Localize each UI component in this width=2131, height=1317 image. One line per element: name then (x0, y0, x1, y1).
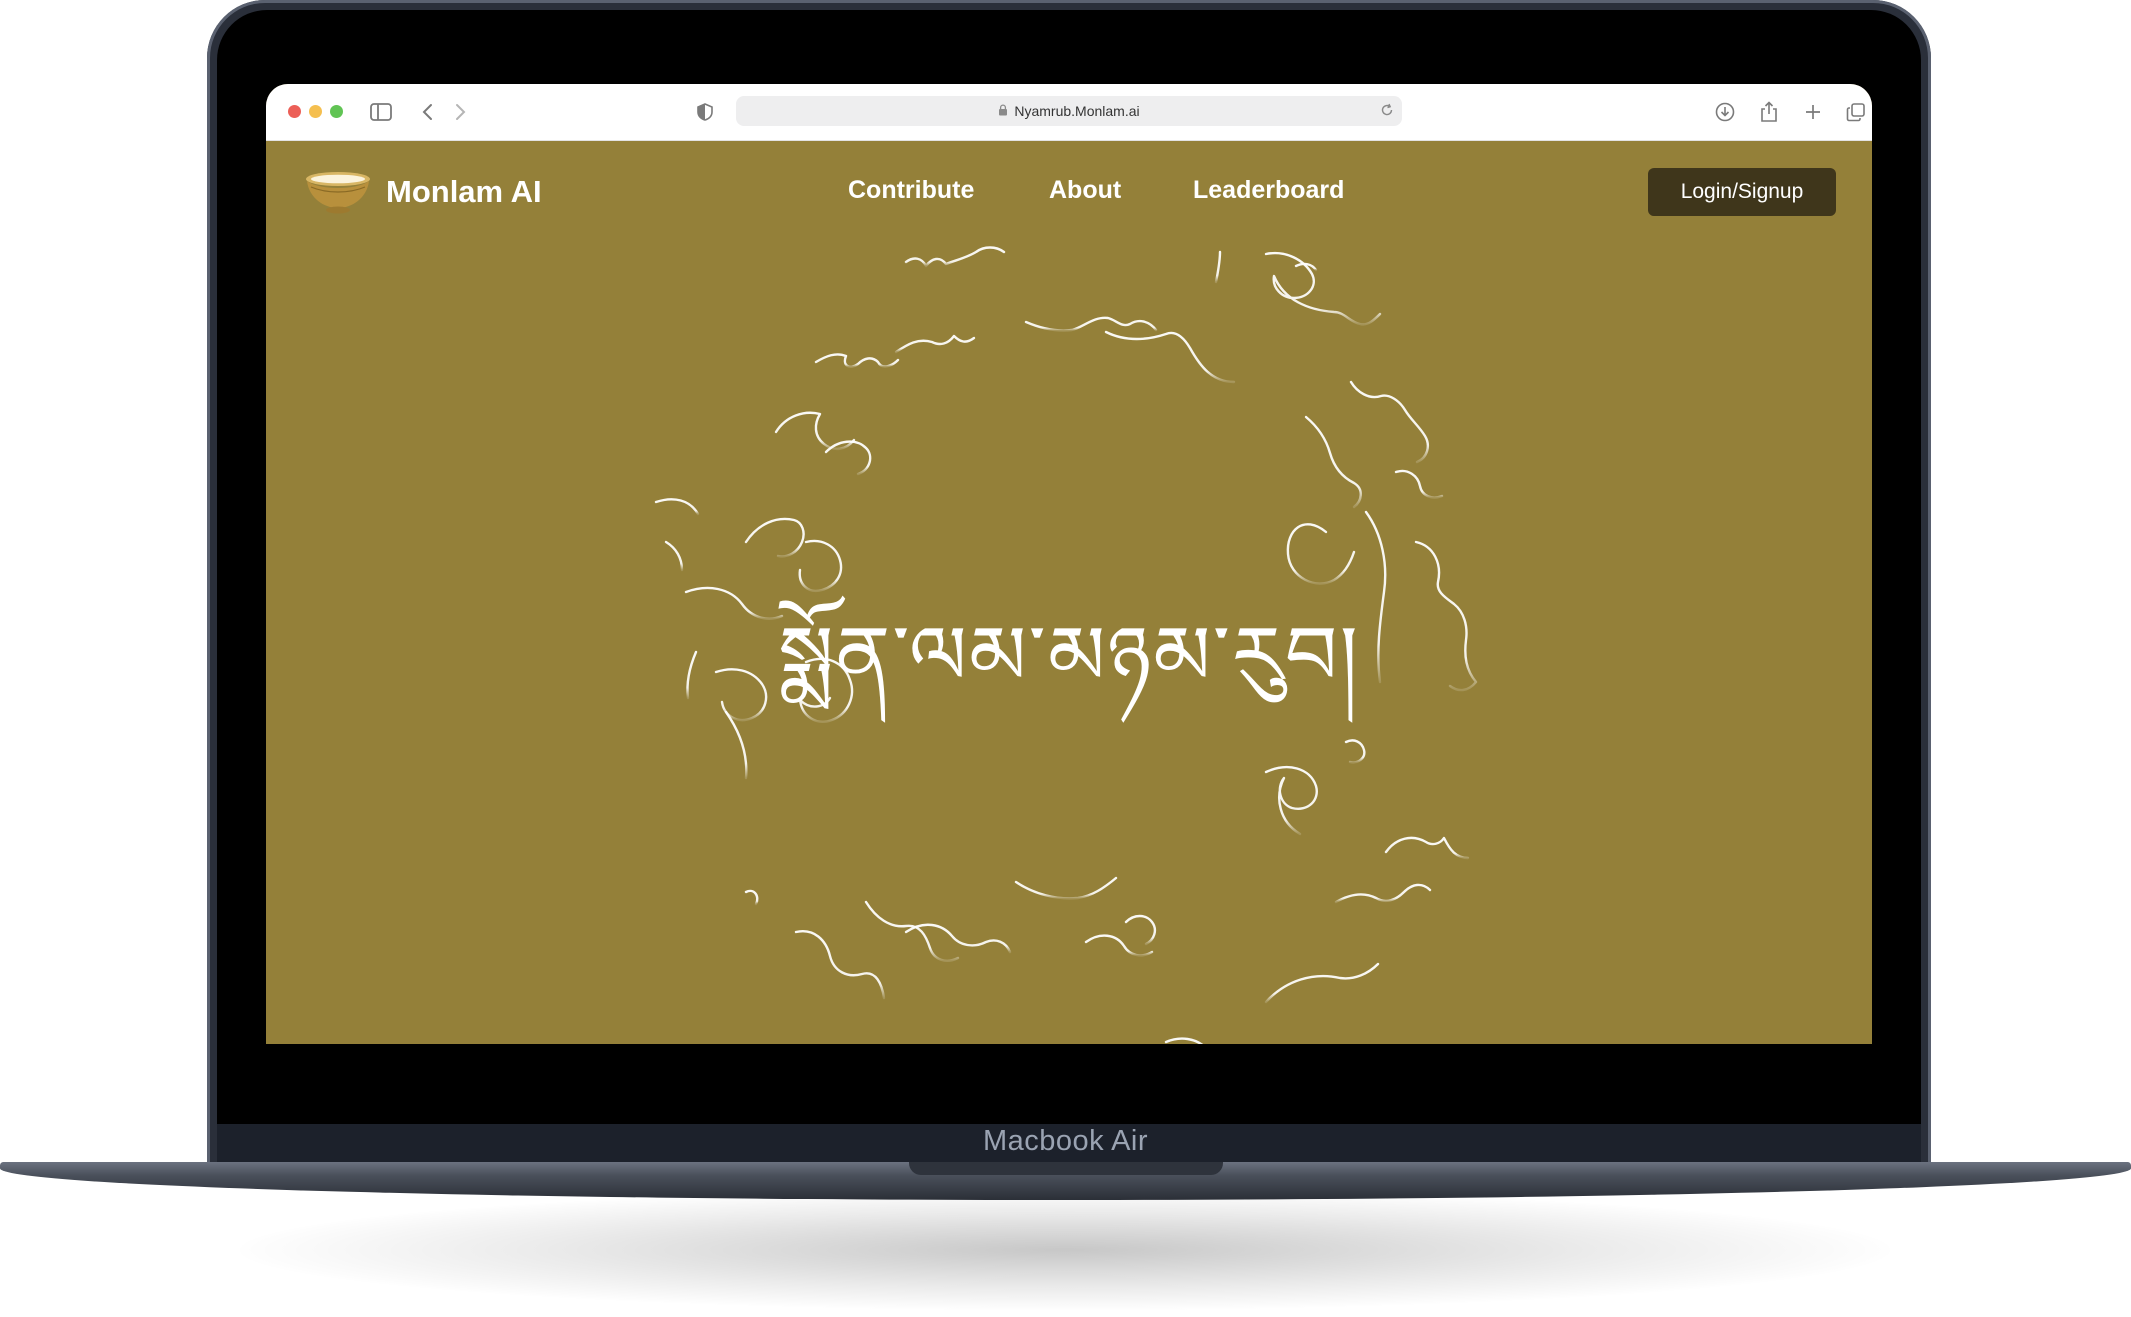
bowl-logo-icon[interactable] (304, 170, 372, 218)
laptop-shadow (240, 1190, 1890, 1310)
reload-icon[interactable] (1380, 103, 1394, 120)
new-tab-icon[interactable] (1798, 97, 1828, 127)
browser-toolbar: Nyamrub.Monlam.ai (266, 84, 1872, 141)
forward-icon[interactable] (446, 97, 476, 127)
site-navbar: Monlam AI Contribute About Leaderboard L… (266, 140, 1872, 248)
download-icon[interactable] (1710, 97, 1740, 127)
tab-overview-icon[interactable] (1841, 97, 1871, 127)
brand-name[interactable]: Monlam AI (386, 174, 542, 210)
close-window-button[interactable] (288, 105, 301, 118)
device-label: Macbook Air (982, 1125, 1149, 1157)
laptop-notch (909, 1162, 1223, 1175)
zoom-window-button[interactable] (330, 105, 343, 118)
hero-title: སྨོན་ལམ་མཉམ་རུབ། (778, 609, 1360, 704)
nav-leaderboard-link[interactable]: Leaderboard (1193, 176, 1344, 205)
login-signup-button[interactable]: Login/Signup (1648, 168, 1836, 216)
address-bar[interactable]: Nyamrub.Monlam.ai (736, 96, 1402, 126)
back-icon[interactable] (412, 97, 442, 127)
nav-about-link[interactable]: About (1049, 176, 1121, 205)
share-icon[interactable] (1754, 97, 1784, 127)
browser-window: Nyamrub.Monlam.ai Monlam AI Contribute A… (266, 84, 1872, 1044)
sidebar-toggle-icon[interactable] (366, 97, 396, 127)
url-text: Nyamrub.Monlam.ai (1014, 103, 1140, 119)
minimize-window-button[interactable] (309, 105, 322, 118)
nav-contribute-link[interactable]: Contribute (848, 176, 974, 205)
lock-icon (998, 103, 1008, 119)
privacy-shield-icon[interactable] (690, 97, 720, 127)
